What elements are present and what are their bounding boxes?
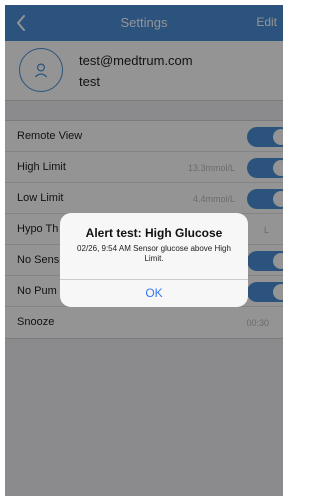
settings-screen: Settings Edit test@medtrum.com test Remo…: [5, 5, 283, 496]
alert-title: Alert test: High Glucose: [85, 226, 223, 240]
ok-button[interactable]: OK: [60, 280, 248, 307]
alert-dialog: Alert test: High Glucose 02/26, 9:54 AM …: [60, 213, 248, 307]
alert-message: 02/26, 9:54 AM Sensor glucose above High…: [77, 244, 231, 263]
